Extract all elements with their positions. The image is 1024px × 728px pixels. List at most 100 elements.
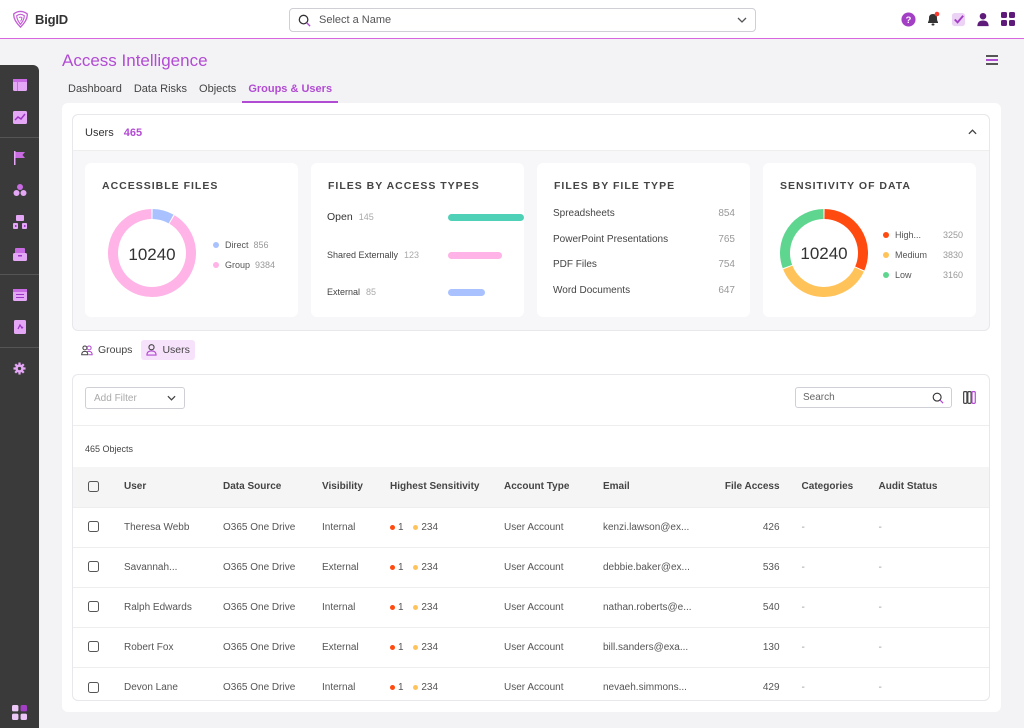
- column-header-highest-sensitivity[interactable]: Highest Sensitivity: [390, 467, 504, 507]
- high-dot: [390, 684, 395, 690]
- medium-count: 234: [421, 521, 439, 533]
- tasks-check-icon[interactable]: [950, 10, 966, 28]
- sidebar-item-reports[interactable]: [0, 279, 39, 311]
- file-access-cell: 426: [691, 506, 780, 547]
- row-checkbox[interactable]: [88, 681, 99, 693]
- table-search: [795, 387, 952, 408]
- medium-sensitivity: 234: [413, 562, 438, 573]
- chevron-up-icon[interactable]: [968, 127, 977, 138]
- donut-legend: High... 3250 Medium 3830 Low 3160: [883, 225, 963, 285]
- user-cell[interactable]: Robert Fox: [124, 626, 223, 667]
- add-filter-dropdown[interactable]: Add Filter: [85, 387, 185, 409]
- donut-slice-medium[interactable]: [783, 265, 864, 297]
- tab-dashboard[interactable]: Dashboard: [62, 83, 128, 103]
- users-table-card: Add Filter 465 Objects User Data Source …: [72, 374, 990, 701]
- high-dot: [390, 564, 395, 570]
- row-checkbox[interactable]: [88, 521, 99, 533]
- apps-grid-icon[interactable]: [1000, 10, 1016, 28]
- summary-header[interactable]: Users 465: [73, 115, 989, 151]
- data-source-cell: O365 One Drive: [223, 586, 322, 627]
- tab-data-risks[interactable]: Data Risks: [128, 83, 193, 103]
- visibility-cell: Internal: [322, 506, 390, 547]
- legend-item: Medium 3830: [883, 245, 963, 265]
- audit-status-cell: -: [878, 546, 989, 587]
- data-source-cell: O365 One Drive: [223, 666, 322, 700]
- table-row[interactable]: Devon Lane O365 One Drive Internal 1 234…: [73, 666, 989, 700]
- summary-label: Users: [85, 126, 114, 139]
- medium-count: 234: [421, 641, 439, 653]
- notification-bell-icon[interactable]: [925, 10, 941, 28]
- file-type-label: PDF Files: [553, 259, 597, 271]
- sidebar-apps[interactable]: [0, 705, 39, 720]
- users-toggle-button[interactable]: Users: [141, 340, 195, 360]
- high-dot: [390, 524, 395, 530]
- columns-settings-button[interactable]: [963, 391, 976, 409]
- apps-grid-icon: [12, 705, 27, 720]
- row-checkbox[interactable]: [88, 641, 99, 653]
- donut-slice-direct[interactable]: [152, 209, 174, 224]
- table-row[interactable]: Robert Fox O365 One Drive External 1 234…: [73, 626, 989, 667]
- table-row[interactable]: Ralph Edwards O365 One Drive Internal 1 …: [73, 586, 989, 627]
- table-row[interactable]: Savannah... O365 One Drive External 1 23…: [73, 546, 989, 587]
- user-cell[interactable]: Ralph Edwards: [124, 586, 223, 627]
- legend-item: High... 3250: [883, 225, 963, 245]
- sensitivity-cell: 1 234: [390, 666, 504, 700]
- user-cell[interactable]: Devon Lane: [124, 666, 223, 700]
- sidebar: [0, 65, 39, 728]
- column-header-data-source[interactable]: Data Source: [223, 467, 322, 507]
- sidebar-item-dashboard[interactable]: [0, 69, 39, 101]
- column-header-categories[interactable]: Categories: [779, 467, 879, 507]
- row-checkbox[interactable]: [88, 561, 99, 573]
- logo[interactable]: BigID: [11, 10, 68, 29]
- sidebar-item-documents[interactable]: [0, 311, 39, 343]
- logo-text: BigID: [35, 12, 68, 27]
- search-input[interactable]: [803, 392, 923, 403]
- main-content: Users 465 ACCESSIBLE FILES 10240 Direct …: [62, 103, 1001, 712]
- legend-value: 856: [253, 240, 269, 250]
- groups-label: Groups: [98, 344, 133, 356]
- select-all-checkbox[interactable]: [88, 481, 99, 493]
- column-header-user[interactable]: User: [124, 467, 223, 507]
- column-header-visibility[interactable]: Visibility: [322, 467, 390, 507]
- data-source-cell: O365 One Drive: [223, 506, 322, 547]
- tab-objects[interactable]: Objects: [193, 83, 242, 103]
- sidebar-item-flags[interactable]: [0, 142, 39, 174]
- search-icon[interactable]: [932, 392, 944, 404]
- legend-label: Low: [895, 270, 912, 280]
- sidebar-item-settings[interactable]: [0, 352, 39, 384]
- menu-icon[interactable]: [986, 55, 998, 67]
- access-types-widget: FILES BY ACCESS TYPES Open 145 Shared Ex…: [311, 163, 524, 317]
- high-count: 1: [398, 561, 404, 573]
- file-type-list[interactable]: Spreadsheets 854 PowerPoint Presentations…: [553, 208, 735, 311]
- user-cell[interactable]: Savannah...: [124, 546, 223, 587]
- sidebar-item-inbox[interactable]: [0, 238, 39, 270]
- sensitivity-cell: 1 234: [390, 626, 504, 667]
- tab-groups-users[interactable]: Groups & Users: [242, 83, 339, 103]
- user-cell[interactable]: Theresa Webb: [124, 506, 223, 547]
- groups-toggle-button[interactable]: Groups: [76, 340, 137, 360]
- visibility-cell: External: [322, 626, 390, 667]
- top-bar: BigID Select a Name ?: [0, 0, 1024, 39]
- column-header-account-type[interactable]: Account Type: [504, 467, 603, 507]
- users-table: User Data Source Visibility Highest Sens…: [73, 467, 989, 700]
- help-icon[interactable]: ?: [900, 10, 916, 28]
- row-checkbox[interactable]: [88, 601, 99, 613]
- sidebar-item-catalog[interactable]: [0, 174, 39, 206]
- table-row[interactable]: Theresa Webb O365 One Drive Internal 1 2…: [73, 506, 989, 547]
- select-all-cell: [73, 467, 124, 507]
- user-profile-icon[interactable]: [975, 10, 991, 28]
- sidebar-item-hierarchy[interactable]: [0, 206, 39, 238]
- column-header-email[interactable]: Email: [603, 467, 692, 507]
- legend-value: 3160: [942, 270, 963, 280]
- email-cell: nathan.roberts@e...: [603, 586, 692, 627]
- column-header-file-access[interactable]: File Access: [691, 467, 780, 507]
- account-type-cell: User Account: [504, 546, 603, 587]
- name-select[interactable]: Select a Name: [289, 8, 756, 32]
- column-header-audit-status[interactable]: Audit Status: [878, 467, 989, 507]
- high-count: 1: [398, 641, 404, 653]
- sensitivity-widget: SENSITIVITY OF DATA 10240 High... 3250 M…: [763, 163, 976, 317]
- sidebar-item-analytics[interactable]: [0, 101, 39, 133]
- data-catalog-icon: [13, 184, 26, 196]
- row-select-cell: [73, 506, 124, 547]
- audit-status-cell: -: [878, 506, 989, 547]
